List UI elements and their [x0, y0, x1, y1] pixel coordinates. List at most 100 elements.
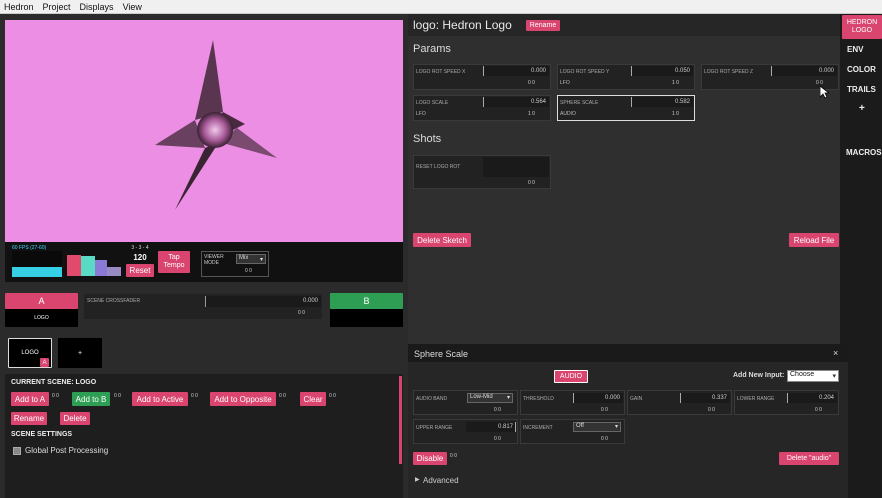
field-value: 0.337: [711, 395, 727, 401]
param-mods: 1 0: [672, 80, 679, 86]
field-mods: 0 0: [708, 407, 715, 413]
param-mods: 0 0: [528, 80, 535, 86]
param-input: LFO: [416, 111, 426, 117]
close-icon[interactable]: ×: [833, 348, 838, 358]
chevron-down-icon: ▾: [832, 373, 836, 380]
sketch-title: logo: Hedron Logo: [413, 18, 512, 32]
deck-b-label[interactable]: B: [330, 293, 403, 309]
clear-button[interactable]: Clear: [300, 392, 326, 406]
param-label: LOGO ROT SPEED Z: [704, 69, 754, 75]
field-label: UPPER RANGE: [416, 425, 453, 431]
add-to-b-button[interactable]: Add to B: [72, 392, 110, 406]
menu-displays[interactable]: Displays: [80, 2, 114, 12]
chevron-down-icon: ▾: [506, 395, 510, 401]
add-to-b-mods: 0 0: [114, 393, 121, 399]
tab-env[interactable]: ENV: [847, 45, 863, 54]
viewer-mode-label: VIEWER MODE: [204, 254, 224, 266]
field-label: GAIN: [630, 396, 643, 402]
menu-view[interactable]: View: [123, 2, 142, 12]
global-post-label: Global Post Processing: [25, 446, 109, 455]
field-label: AUDIO BAND: [416, 396, 448, 402]
param-value: 0.564: [530, 99, 546, 105]
tap-tempo-button[interactable]: Tap Tempo: [158, 251, 190, 273]
clear-mods: 0 0: [329, 393, 336, 399]
reset-button[interactable]: Reset: [126, 264, 154, 277]
menu-project[interactable]: Project: [43, 2, 71, 12]
params-title: Params: [413, 43, 451, 55]
field-label: INCREMENT: [523, 425, 553, 431]
tab-color[interactable]: COLOR: [847, 65, 876, 74]
viewer-mode-mods: 0 0: [245, 268, 252, 274]
audio-band-select[interactable]: Low-Mid ▾: [467, 393, 513, 403]
tab-hedron-logo[interactable]: HEDRON LOGO: [842, 15, 882, 39]
chevron-down-icon: ▾: [259, 257, 263, 263]
add-to-opposite-button[interactable]: Add to Opposite: [210, 392, 276, 406]
crossfader-value: 0.000: [302, 298, 318, 304]
advanced-toggle[interactable]: Advanced: [423, 476, 459, 485]
delete-sketch-button[interactable]: Delete Sketch: [413, 233, 471, 247]
add-input-value: Choose: [790, 371, 815, 378]
scrollbar[interactable]: [399, 376, 402, 464]
current-scene-title: CURRENT SCENE: LOGO: [11, 379, 97, 386]
global-post-checkbox[interactable]: [13, 447, 21, 455]
field-label: LOWER RANGE: [737, 396, 775, 402]
field-value: Off: [576, 423, 584, 429]
disable-mods: 0 0: [450, 453, 457, 459]
inspector-header: [408, 344, 848, 362]
inspector-title: Sphere Scale: [414, 349, 469, 359]
param-value: 0.000: [530, 68, 546, 74]
add-to-opposite-mods: 0 0: [279, 393, 286, 399]
param-value: 0.000: [818, 68, 834, 74]
field-value: Low-Mid: [470, 394, 493, 400]
audio-input-button[interactable]: AUDIO: [554, 370, 588, 383]
add-input-label: Add New Input:: [733, 372, 785, 379]
deck-a-label[interactable]: A: [5, 293, 78, 309]
param-mods: 1 0: [672, 111, 679, 117]
tab-trails[interactable]: TRAILS: [847, 85, 876, 94]
field-value: 0.204: [818, 395, 834, 401]
field-mods: 0 0: [494, 436, 501, 442]
add-to-active-mods: 0 0: [191, 393, 198, 399]
rename-sketch-button[interactable]: Rename: [526, 20, 560, 31]
param-mods: 1 0: [528, 111, 535, 117]
field-label: THRESHOLD: [523, 396, 554, 402]
rename-scene-button[interactable]: Rename: [11, 412, 47, 425]
deck-a-scene[interactable]: LOGO: [5, 309, 78, 327]
tab-macros[interactable]: MACROS: [846, 148, 882, 157]
field-mods: 0 0: [601, 407, 608, 413]
param-label: LOGO ROT SPEED Y: [560, 69, 610, 75]
param-value: 0.050: [674, 68, 690, 74]
add-scene-button[interactable]: +: [58, 338, 102, 368]
add-to-a-button[interactable]: Add to A: [11, 392, 49, 406]
add-to-active-button[interactable]: Add to Active: [132, 392, 188, 406]
disable-input-button[interactable]: Disable: [413, 452, 447, 465]
menu-hedron[interactable]: Hedron: [4, 2, 34, 12]
crossfader-mods: 0 0: [298, 310, 305, 316]
viewer-mode-select[interactable]: Mix ▾: [236, 254, 266, 264]
param-input: AUDIO: [560, 111, 576, 117]
delete-scene-button[interactable]: Delete: [60, 412, 90, 425]
chevron-right-icon[interactable]: ▶: [415, 476, 420, 483]
audio-analyzer: [67, 254, 121, 276]
delete-audio-input-button[interactable]: Delete "audio": [779, 452, 839, 465]
field-mods: 0 0: [815, 407, 822, 413]
add-sketch-tab[interactable]: +: [859, 103, 865, 114]
fps-graph: [12, 251, 62, 277]
field-value: 0.000: [604, 395, 620, 401]
beat-counter: 3 - 3 - 4: [131, 245, 149, 251]
field-mods: 0 0: [601, 436, 608, 442]
param-value: 0.582: [674, 99, 690, 105]
param-label: LOGO SCALE: [416, 100, 449, 106]
increment-select[interactable]: Off ▾: [573, 422, 621, 432]
add-to-a-mods: 0 0: [52, 393, 59, 399]
scene-settings-title: SCENE SETTINGS: [11, 431, 73, 438]
add-input-select[interactable]: Choose ▾: [787, 370, 839, 382]
shot-button[interactable]: [483, 157, 549, 177]
bpm-value: 120: [133, 253, 147, 262]
viewer-canvas[interactable]: [5, 20, 403, 242]
field-value: 0.817: [497, 424, 513, 430]
reload-file-button[interactable]: Reload File: [789, 233, 839, 247]
scene-tile-label: LOGO: [21, 350, 39, 356]
deck-b-scene[interactable]: [330, 309, 403, 327]
crossfader-label: SCENE CROSSFADER: [87, 298, 141, 304]
